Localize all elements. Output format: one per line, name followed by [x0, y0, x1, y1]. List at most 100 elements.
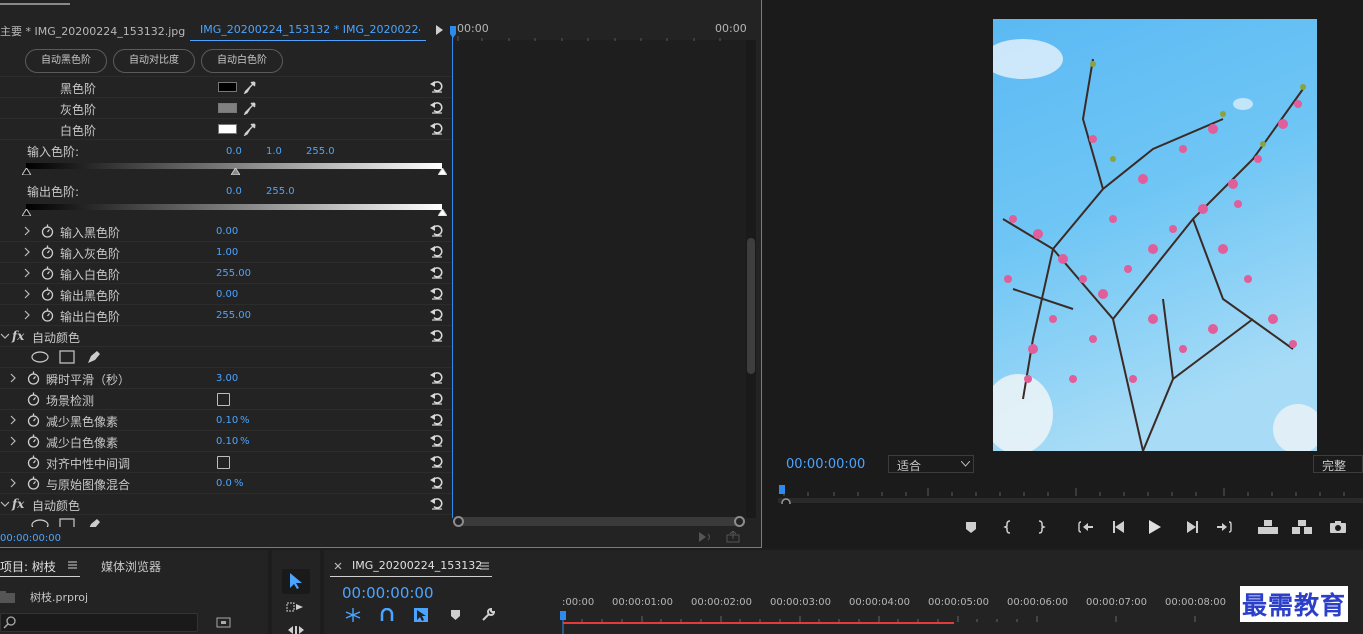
- chevron-down-icon[interactable]: [0, 498, 10, 510]
- auto-black-level-button[interactable]: 自动黑色阶: [25, 49, 107, 73]
- ec-zoom-handle-right[interactable]: [734, 516, 745, 527]
- tab-sequence-clip[interactable]: IMG_20200224_153132 * IMG_20200224_...: [200, 23, 420, 36]
- param-checkbox[interactable]: [217, 456, 230, 469]
- param-checkbox[interactable]: [217, 393, 230, 406]
- quality-dropdown[interactable]: 完整: [1313, 455, 1363, 473]
- stopwatch-icon[interactable]: [27, 476, 40, 490]
- wrench-icon[interactable]: [481, 607, 496, 622]
- linked-selection-icon[interactable]: [413, 607, 429, 623]
- stopwatch-icon[interactable]: [27, 434, 40, 448]
- output-levels-gradient[interactable]: [26, 204, 442, 210]
- eyedropper-icon[interactable]: [243, 122, 257, 136]
- reset-icon[interactable]: [430, 328, 444, 342]
- stopwatch-icon[interactable]: [41, 266, 54, 280]
- mark-out-icon[interactable]: [1036, 520, 1046, 534]
- step-forward-icon[interactable]: [1184, 521, 1198, 533]
- ec-playhead-icon[interactable]: [449, 26, 457, 38]
- tab-master-clip[interactable]: 主要 * IMG_20200224_153132.jpg: [0, 23, 185, 39]
- play-triangle-icon[interactable]: [436, 25, 444, 35]
- extract-icon[interactable]: [1292, 519, 1312, 534]
- sequence-tab-name[interactable]: IMG_20200224_153132: [352, 559, 482, 572]
- ripple-edit-icon[interactable]: [287, 626, 305, 634]
- chevron-down-icon[interactable]: [0, 330, 10, 342]
- input-black-slider[interactable]: [22, 168, 31, 175]
- pen-mask-icon[interactable]: [86, 349, 102, 365]
- tab-media-browser[interactable]: 媒体浏览器: [101, 558, 161, 575]
- step-back-icon[interactable]: [1113, 521, 1127, 533]
- ec-scrollbar-thumb[interactable]: [747, 238, 755, 374]
- fx-badge[interactable]: fx: [12, 329, 24, 343]
- ec-footer-timecode[interactable]: 00:00:00:00: [0, 533, 61, 544]
- reset-icon[interactable]: [430, 223, 444, 237]
- chevron-right-icon[interactable]: [22, 309, 32, 321]
- lift-icon[interactable]: [1258, 519, 1278, 534]
- rectangle-mask-icon[interactable]: [59, 350, 75, 364]
- input-white-slider[interactable]: [438, 168, 447, 175]
- play-audio-only-icon[interactable]: [698, 531, 712, 543]
- stopwatch-icon[interactable]: [41, 224, 54, 238]
- sequence-menu-icon[interactable]: [480, 562, 489, 570]
- reset-icon[interactable]: [430, 100, 444, 114]
- snap-magnet-icon[interactable]: [380, 608, 394, 622]
- rectangle-mask-icon[interactable]: [59, 518, 75, 527]
- input-levels-v3[interactable]: 255.0: [306, 146, 335, 157]
- input-levels-v2[interactable]: 1.0: [266, 146, 282, 157]
- work-area-bar[interactable]: [563, 622, 954, 624]
- pen-mask-icon[interactable]: [86, 517, 102, 527]
- param-value[interactable]: 0.0: [216, 478, 232, 489]
- export-icon[interactable]: [726, 531, 740, 543]
- program-ruler[interactable]: [778, 484, 1363, 504]
- play-icon[interactable]: [1148, 520, 1162, 534]
- param-value[interactable]: 255.00: [216, 310, 251, 321]
- sequence-playhead[interactable]: [559, 611, 567, 634]
- stopwatch-icon[interactable]: [41, 245, 54, 259]
- track-select-icon[interactable]: [286, 601, 306, 613]
- param-value[interactable]: 1.00: [216, 247, 238, 258]
- ellipse-mask-icon[interactable]: [31, 351, 49, 363]
- chevron-right-icon[interactable]: [22, 225, 32, 237]
- reset-icon[interactable]: [430, 433, 444, 447]
- output-black-slider[interactable]: [22, 209, 31, 216]
- gray-level-swatch[interactable]: [218, 103, 237, 113]
- chevron-right-icon[interactable]: [8, 477, 18, 489]
- reset-icon[interactable]: [430, 244, 444, 258]
- input-levels-v1[interactable]: 0.0: [226, 146, 242, 157]
- output-levels-v2[interactable]: 255.0: [266, 186, 295, 197]
- param-value[interactable]: 255.00: [216, 268, 251, 279]
- reset-icon[interactable]: [430, 475, 444, 489]
- eyedropper-icon[interactable]: [243, 80, 257, 94]
- stopwatch-icon[interactable]: [27, 371, 40, 385]
- reset-icon[interactable]: [430, 265, 444, 279]
- project-search-input[interactable]: [0, 613, 198, 632]
- ec-zoom-handle-left[interactable]: [453, 516, 464, 527]
- auto-contrast-button[interactable]: 自动对比度: [113, 49, 195, 73]
- param-value[interactable]: 0.10: [216, 436, 238, 447]
- close-tab-icon[interactable]: [334, 562, 342, 570]
- chevron-right-icon[interactable]: [8, 435, 18, 447]
- tab-project[interactable]: 项目: 树枝: [0, 558, 56, 575]
- output-levels-v1[interactable]: 0.0: [226, 186, 242, 197]
- chevron-right-icon[interactable]: [8, 372, 18, 384]
- reset-icon[interactable]: [430, 307, 444, 321]
- nest-toggle-icon[interactable]: [345, 608, 361, 622]
- eyedropper-icon[interactable]: [243, 101, 257, 115]
- chevron-right-icon[interactable]: [8, 414, 18, 426]
- panel-menu-icon[interactable]: [68, 561, 77, 569]
- param-value[interactable]: 0.00: [216, 226, 238, 237]
- fit-dropdown[interactable]: 适合: [888, 455, 974, 473]
- black-level-swatch[interactable]: [218, 82, 237, 92]
- output-white-slider[interactable]: [438, 209, 447, 216]
- new-bin-icon[interactable]: [216, 616, 232, 628]
- param-value[interactable]: 0.00: [216, 289, 238, 300]
- reset-icon[interactable]: [430, 454, 444, 468]
- stopwatch-icon[interactable]: [41, 287, 54, 301]
- camera-icon[interactable]: [1330, 521, 1346, 533]
- program-timecode[interactable]: 00:00:00:00: [786, 457, 865, 472]
- go-to-out-icon[interactable]: [1216, 520, 1232, 534]
- add-marker-icon[interactable]: [965, 521, 977, 534]
- param-value[interactable]: 0.10: [216, 415, 238, 426]
- fx-badge[interactable]: fx: [12, 497, 24, 511]
- reset-icon[interactable]: [430, 121, 444, 135]
- stopwatch-icon[interactable]: [41, 308, 54, 322]
- auto-color-effect-row[interactable]: fx 自动颜色: [0, 326, 452, 347]
